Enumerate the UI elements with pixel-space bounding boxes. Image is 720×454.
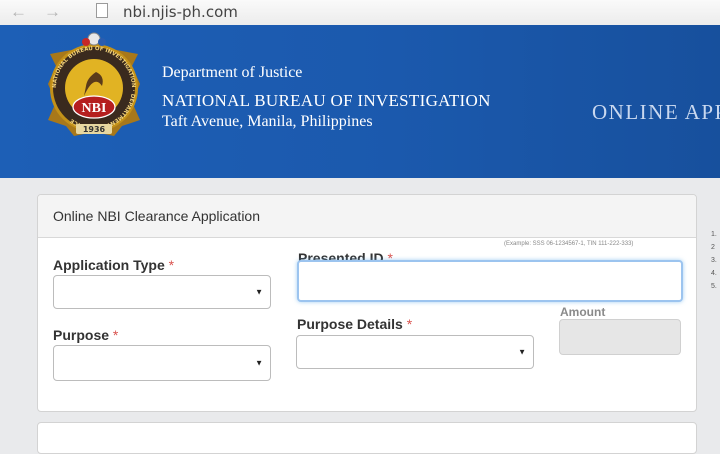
browser-toolbar: ← → nbi.njis-ph.com bbox=[0, 0, 720, 26]
bureau-name: NATIONAL BUREAU OF INVESTIGATION bbox=[162, 91, 491, 110]
form-title: Online NBI Clearance Application bbox=[53, 208, 261, 224]
forward-arrow-icon[interactable]: → bbox=[44, 2, 61, 22]
online-application-banner: ONLINE APPL bbox=[592, 100, 720, 124]
panel-heading: Online NBI Clearance Application bbox=[38, 195, 696, 238]
presented-id-input[interactable] bbox=[297, 260, 683, 302]
purpose-select[interactable]: ▼ bbox=[53, 345, 271, 381]
caret-down-icon: ▼ bbox=[255, 287, 263, 297]
back-arrow-icon[interactable]: ← bbox=[10, 2, 27, 22]
purpose-details-select[interactable]: ▼ bbox=[296, 335, 534, 369]
department-name: Department of Justice bbox=[162, 64, 303, 81]
side-notes-list: 1. 2 3. 4. 5. bbox=[711, 231, 717, 290]
page-icon bbox=[96, 3, 108, 18]
required-marker: * bbox=[112, 327, 119, 343]
required-marker: * bbox=[168, 257, 175, 273]
presented-id-hint: (Example: SSS 06-1234567-1, TIN 111-222-… bbox=[504, 241, 634, 247]
required-marker: * bbox=[406, 316, 413, 332]
application-form-panel: Online NBI Clearance Application Applica… bbox=[37, 194, 697, 412]
purpose-details-label: Purpose Details * bbox=[297, 316, 413, 332]
purpose-label: Purpose * bbox=[53, 327, 119, 343]
next-section-panel bbox=[37, 422, 697, 454]
amount-label: Amount bbox=[560, 305, 606, 319]
caret-down-icon: ▼ bbox=[255, 358, 263, 368]
caret-down-icon: ▼ bbox=[518, 347, 526, 357]
nbi-seal-logo: NATIONAL BUREAU OF INVESTIGATION · DEPAR… bbox=[48, 32, 140, 136]
bureau-address: Taft Avenue, Manila, Philippines bbox=[162, 113, 373, 130]
seal-year: 1936 bbox=[83, 125, 106, 134]
seal-nbi-text: NBI bbox=[82, 101, 107, 116]
amount-field bbox=[559, 319, 681, 355]
application-type-label: Application Type * bbox=[53, 257, 175, 273]
address-bar-url[interactable]: nbi.njis-ph.com bbox=[123, 3, 238, 21]
application-type-select[interactable]: ▼ bbox=[53, 275, 271, 309]
